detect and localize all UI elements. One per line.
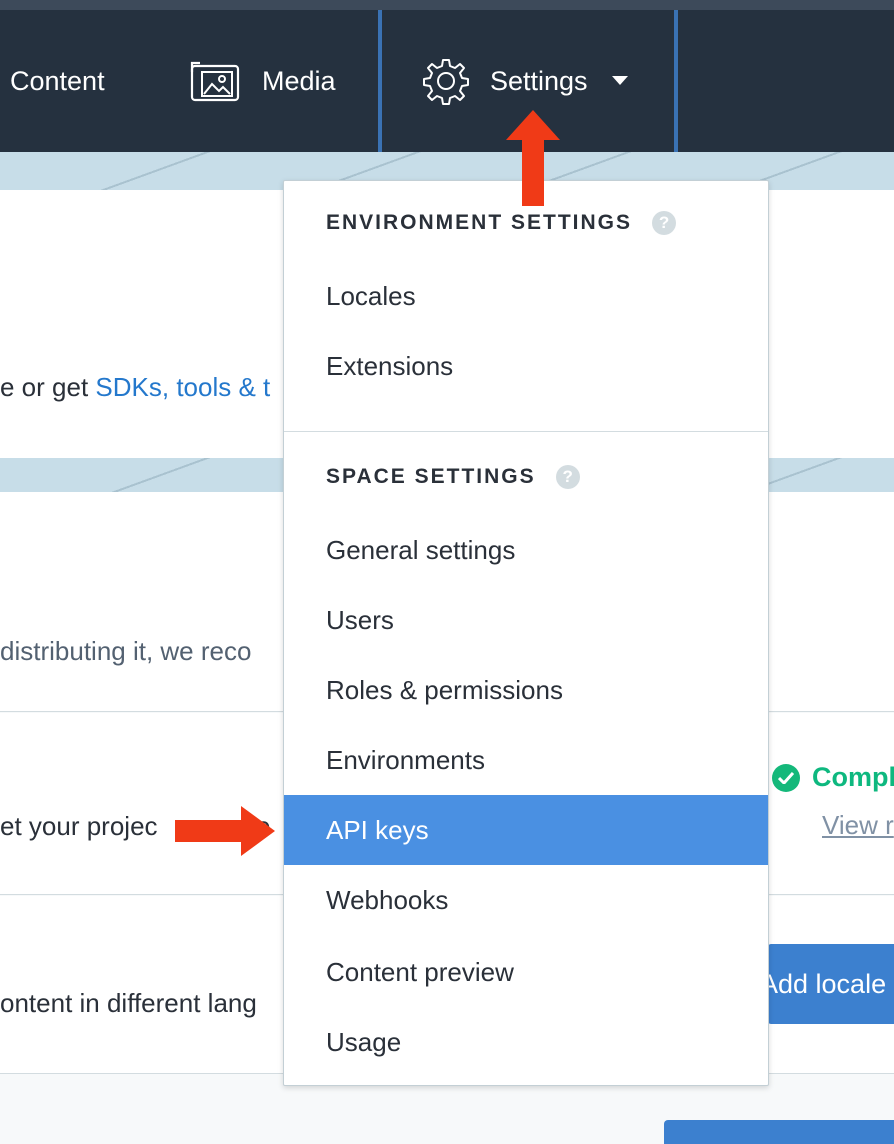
check-icon (772, 763, 800, 792)
nav-media[interactable]: Media (190, 10, 336, 152)
languages-text: ontent in different lang (0, 988, 257, 1018)
menu-divider (284, 431, 768, 432)
sdk-tools-link[interactable]: SDKs, tools & t (95, 372, 270, 402)
menu-item-label: Locales (326, 280, 416, 311)
space-settings-heading: SPACE SETTINGS ? (326, 465, 580, 489)
help-icon[interactable]: ? (555, 465, 580, 489)
space-settings-title: SPACE SETTINGS (326, 465, 536, 488)
menu-item-users[interactable]: Users (284, 585, 768, 655)
nav-content-label: Content (10, 65, 105, 96)
menu-item-api-keys[interactable]: API keys (284, 795, 768, 865)
menu-item-webhooks[interactable]: Webhooks (284, 865, 768, 935)
view-link[interactable]: View r (822, 810, 894, 841)
menu-item-roles-permissions[interactable]: Roles & permissions (284, 655, 768, 725)
add-locale-button[interactable]: Add locale (768, 944, 894, 1024)
top-navigation: Content Media Settings (0, 0, 894, 152)
nav-content[interactable]: Content (10, 10, 105, 152)
add-locale-label: Add locale (768, 968, 887, 999)
menu-item-label: Roles & permissions (326, 674, 563, 705)
menu-item-locales[interactable]: Locales (284, 261, 768, 331)
menu-item-label: Environments (326, 744, 485, 775)
menu-item-general-settings[interactable]: General settings (284, 515, 768, 585)
red-arrow-right (175, 806, 275, 861)
environment-settings-heading: ENVIRONMENT SETTINGS ? (326, 211, 677, 235)
sdk-text: e or get SDKs, tools & t (0, 372, 270, 403)
help-icon[interactable]: ? (652, 211, 677, 235)
complete-status: Compl (772, 762, 894, 793)
sdk-text-prefix: e or get (0, 372, 96, 402)
menu-item-content-preview[interactable]: Content preview (284, 937, 768, 1007)
top-strip (0, 0, 894, 10)
menu-item-label: Content preview (326, 956, 514, 987)
nav-settings-label: Settings (490, 65, 588, 96)
gear-icon (422, 57, 470, 105)
settings-dropdown: ENVIRONMENT SETTINGS ? Locales Extension… (283, 180, 769, 1086)
red-arrow-up (506, 110, 560, 211)
distribution-text: distributing it, we reco (0, 636, 252, 666)
menu-item-label: API keys (326, 814, 429, 845)
menu-item-label: Usage (326, 1026, 402, 1057)
menu-item-label: Webhooks (326, 884, 449, 915)
menu-item-label: General settings (326, 534, 516, 565)
environment-settings-title: ENVIRONMENT SETTINGS (326, 211, 633, 234)
menu-item-environments[interactable]: Environments (284, 725, 768, 795)
menu-item-usage[interactable]: Usage (284, 1007, 768, 1077)
menu-item-extensions[interactable]: Extensions (284, 331, 768, 401)
bottom-primary-button[interactable] (664, 1120, 894, 1144)
project-text: et your projec (0, 811, 158, 841)
menu-item-label: Extensions (326, 350, 454, 381)
chevron-down-icon (611, 76, 628, 86)
nav-media-label: Media (262, 65, 336, 96)
complete-label: Compl (812, 762, 894, 792)
menu-item-label: Users (326, 604, 394, 635)
media-icon (190, 60, 240, 102)
